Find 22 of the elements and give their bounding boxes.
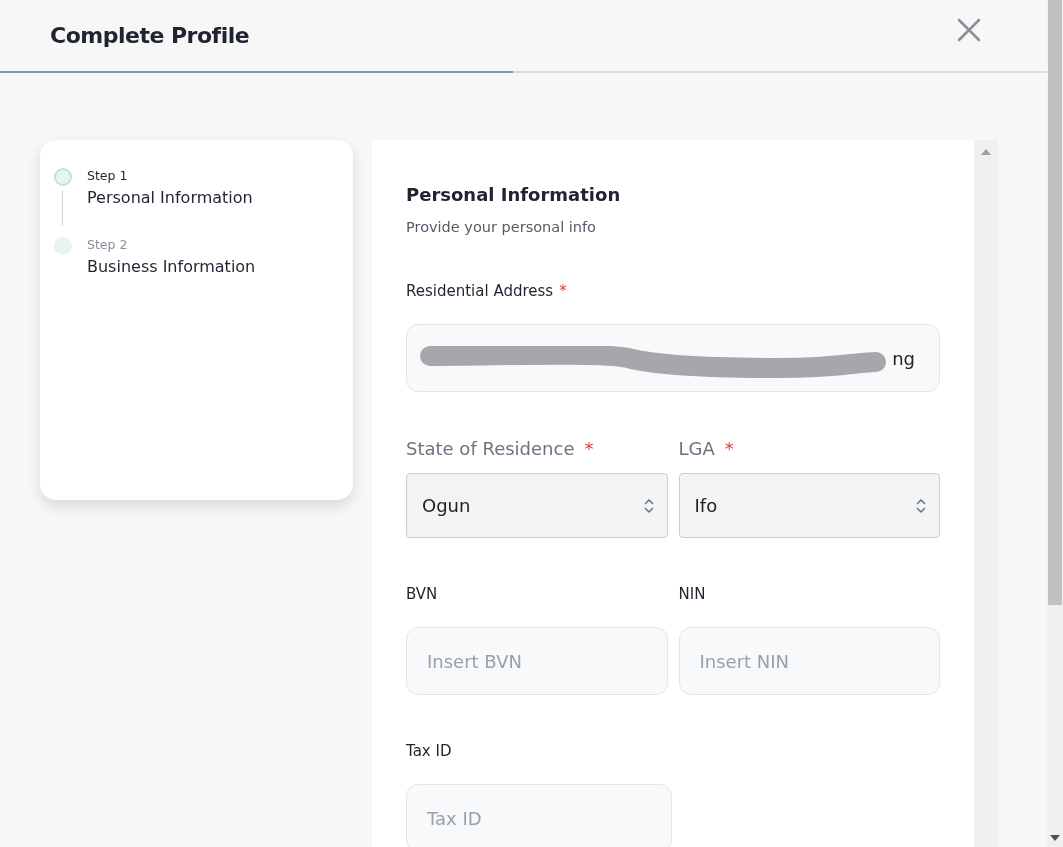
page-title: Complete Profile (50, 23, 250, 48)
scroll-down-icon[interactable] (1050, 835, 1060, 841)
step-number: Step 1 (87, 168, 129, 183)
step-label[interactable]: Business Information (87, 257, 256, 276)
form-subtitle: Provide your personal info (406, 219, 597, 235)
form-title: Personal Information (406, 184, 622, 205)
select-field[interactable]: Ifo (678, 473, 940, 538)
scroll-up-icon[interactable] (981, 149, 991, 155)
required-mark: * (559, 282, 567, 300)
required-mark: * (724, 437, 734, 459)
step-label[interactable]: Personal Information (87, 188, 253, 207)
scrollbar-thumb[interactable] (1048, 0, 1062, 605)
field-label: Residential Address (406, 282, 554, 300)
field-label: BVN (406, 585, 438, 603)
field-label: State of Residence (406, 437, 575, 459)
field-label: NIN (678, 585, 706, 603)
field-label: Tax ID (406, 742, 452, 760)
select-field[interactable]: Ogun (406, 473, 668, 538)
field-label: LGA (678, 437, 715, 459)
close-icon[interactable] (957, 17, 981, 42)
step-number: Step 2 (87, 237, 129, 252)
required-mark: * (584, 437, 594, 459)
